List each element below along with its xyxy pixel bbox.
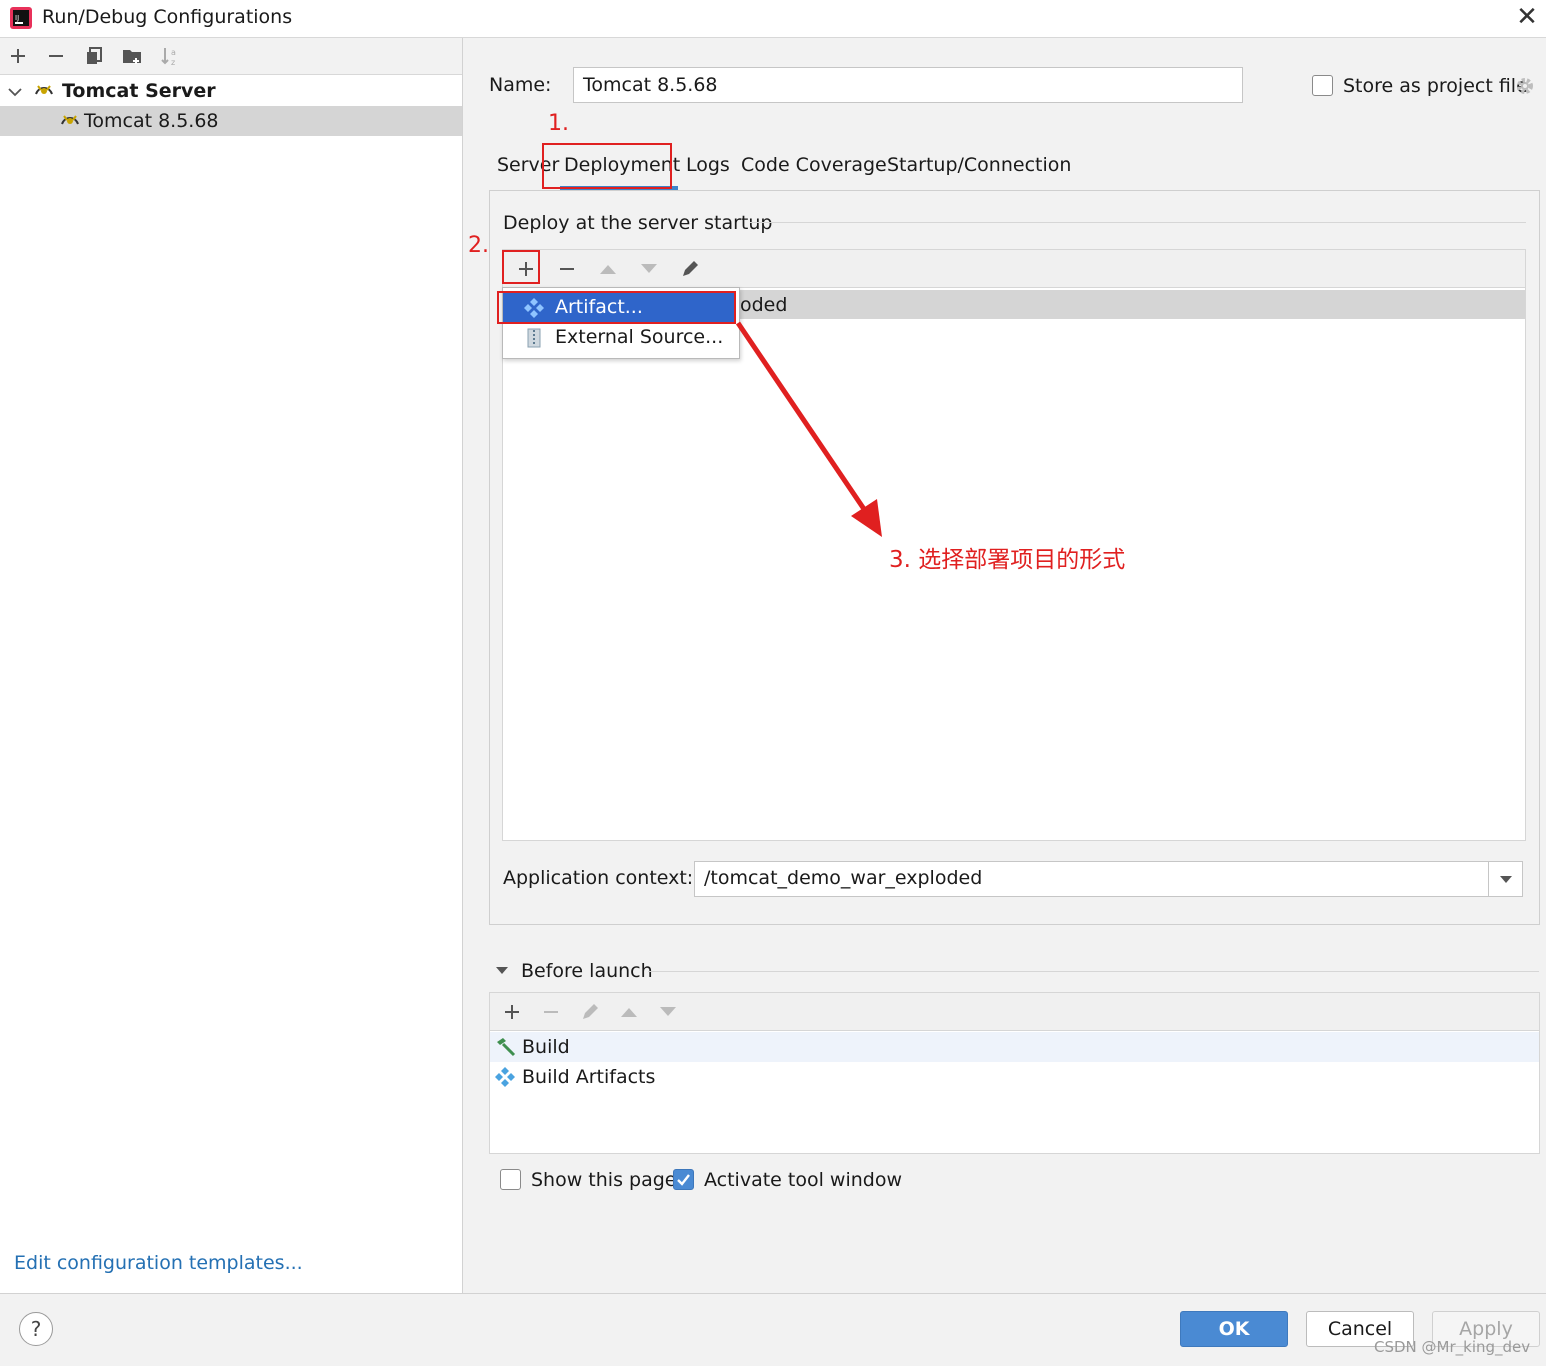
edit-pencil-icon[interactable] bbox=[678, 257, 702, 281]
name-field[interactable]: Tomcat 8.5.68 bbox=[573, 67, 1243, 103]
copy-icon[interactable] bbox=[82, 44, 106, 68]
tomcat-icon bbox=[34, 80, 54, 103]
annotation-highlight-deployment-tab bbox=[542, 143, 672, 189]
application-context-label: Application context: bbox=[503, 867, 694, 889]
svg-text:a: a bbox=[171, 48, 176, 57]
remove-icon[interactable] bbox=[539, 1000, 563, 1024]
annotation-highlight-add-button bbox=[502, 250, 540, 284]
tab-code-coverage[interactable]: Code Coverage bbox=[741, 154, 887, 176]
tree-node-tomcat-server[interactable]: Tomcat Server bbox=[0, 76, 462, 106]
collapse-triangle-icon[interactable] bbox=[495, 966, 509, 976]
folder-icon[interactable] bbox=[120, 44, 144, 68]
annotation-step-2: 2. bbox=[468, 233, 489, 258]
svg-text:z: z bbox=[171, 58, 175, 67]
build-artifacts-label: Build Artifacts bbox=[522, 1066, 656, 1088]
name-label: Name: bbox=[489, 74, 552, 96]
archive-icon bbox=[527, 328, 541, 348]
before-launch-item-build-artifacts[interactable]: Build Artifacts bbox=[490, 1062, 1539, 1092]
tab-startup-connection[interactable]: Startup/Connection bbox=[887, 154, 1071, 176]
intellij-app-icon: IJ bbox=[10, 7, 32, 29]
menu-item-external-source-label: External Source... bbox=[555, 326, 724, 348]
sort-icon[interactable]: az bbox=[158, 44, 182, 68]
section-divider bbox=[648, 971, 1539, 972]
tree-toolbar: az bbox=[0, 38, 462, 75]
checkmark-icon bbox=[677, 1174, 690, 1186]
tomcat-icon bbox=[60, 110, 80, 133]
store-as-project-file-label[interactable]: Store as project file bbox=[1343, 75, 1528, 97]
deployment-item-label: oded bbox=[740, 294, 788, 316]
move-up-icon[interactable] bbox=[617, 1000, 641, 1024]
move-up-icon[interactable] bbox=[596, 257, 620, 281]
chevron-down-icon[interactable] bbox=[8, 80, 24, 102]
store-as-project-file-checkbox[interactable] bbox=[1312, 75, 1333, 96]
show-this-page-label[interactable]: Show this page bbox=[531, 1169, 676, 1191]
dropdown-arrow-icon[interactable] bbox=[1488, 862, 1522, 896]
edit-configuration-templates-link[interactable]: Edit configuration templates... bbox=[14, 1252, 303, 1274]
edit-pencil-icon[interactable] bbox=[578, 1000, 602, 1024]
annotation-step-3: 3. 选择部署项目的形式 bbox=[889, 547, 1126, 573]
application-context-value: /tomcat_demo_war_exploded bbox=[704, 867, 983, 889]
tree-child-label: Tomcat 8.5.68 bbox=[84, 110, 219, 132]
activate-tool-window-label[interactable]: Activate tool window bbox=[704, 1169, 902, 1191]
application-context-combobox[interactable]: /tomcat_demo_war_exploded bbox=[694, 861, 1523, 897]
tree-node-tomcat-8-5-68[interactable]: Tomcat 8.5.68 bbox=[0, 106, 462, 136]
help-button[interactable]: ? bbox=[19, 1312, 53, 1346]
move-down-icon[interactable] bbox=[656, 1000, 680, 1024]
deploy-section-title: Deploy at the server startup bbox=[503, 212, 773, 234]
hammer-icon bbox=[497, 1038, 516, 1057]
gear-icon[interactable] bbox=[1514, 75, 1536, 97]
artifact-icon bbox=[495, 1067, 515, 1087]
svg-text:IJ: IJ bbox=[15, 14, 19, 22]
section-divider bbox=[750, 222, 1526, 223]
watermark: CSDN @Mr_king_dev bbox=[1374, 1338, 1531, 1356]
configuration-tree-panel: az Tomcat Server Tomcat 8.5.68 Edit conf… bbox=[0, 38, 463, 1293]
add-icon[interactable] bbox=[6, 44, 30, 68]
annotation-step-1: 1. bbox=[548, 111, 569, 136]
remove-icon[interactable] bbox=[555, 257, 579, 281]
menu-item-external-source[interactable]: External Source... bbox=[503, 322, 735, 352]
ok-button[interactable]: OK bbox=[1180, 1311, 1288, 1347]
activate-tool-window-checkbox[interactable] bbox=[673, 1169, 694, 1190]
build-label: Build bbox=[522, 1036, 570, 1058]
title-bar: IJ Run/Debug Configurations ✕ bbox=[0, 0, 1546, 38]
deploy-toolbar bbox=[502, 249, 1526, 287]
add-icon[interactable] bbox=[500, 1000, 524, 1024]
tab-logs[interactable]: Logs bbox=[686, 154, 730, 176]
before-launch-toolbar bbox=[489, 992, 1540, 1030]
window-title: Run/Debug Configurations bbox=[42, 6, 293, 28]
close-icon[interactable]: ✕ bbox=[1512, 2, 1542, 32]
move-down-icon[interactable] bbox=[637, 257, 661, 281]
show-this-page-checkbox[interactable] bbox=[500, 1169, 521, 1190]
before-launch-item-build[interactable]: Build bbox=[490, 1032, 1539, 1062]
remove-icon[interactable] bbox=[44, 44, 68, 68]
annotation-highlight-artifact bbox=[497, 291, 736, 324]
annotation-arrow bbox=[735, 321, 882, 537]
before-launch-title: Before launch bbox=[521, 960, 653, 982]
tree-group-label: Tomcat Server bbox=[62, 80, 216, 102]
